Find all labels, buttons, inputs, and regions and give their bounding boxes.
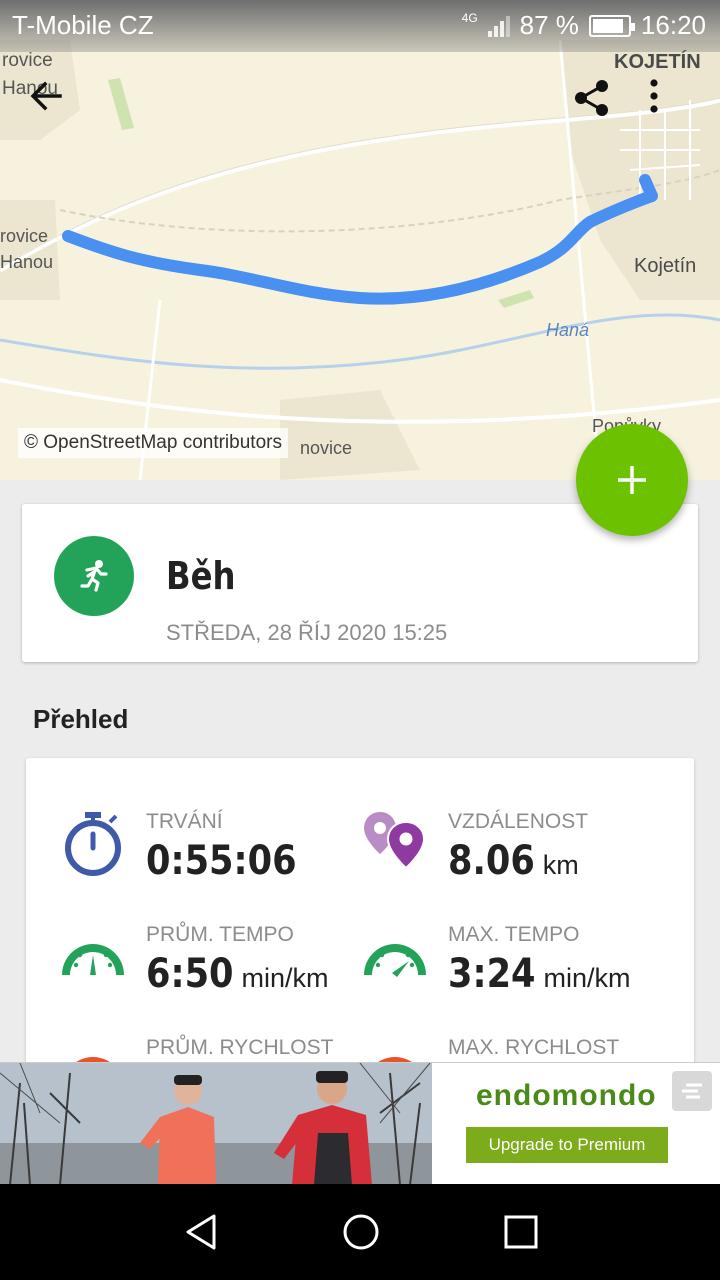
nav-home-icon [343, 1214, 379, 1250]
more-options-button[interactable] [648, 78, 704, 134]
activity-date: STŘEDA, 28 ŘÍJ 2020 15:25 [166, 620, 448, 645]
overview-card: TRVÁNÍ 0:55:06 VZDÁLENOST 8.06 km PRŮM. … [26, 758, 694, 1098]
route-line [62, 174, 658, 305]
stat-max-speed-label: MAX. RYCHLOST [448, 1036, 620, 1059]
activity-card: Běh STŘEDA, 28 ŘÍJ 2020 15:25 [22, 504, 698, 662]
overview-title: Přehled [33, 704, 129, 734]
map-label-kojetin-caps: KOJETÍN [614, 50, 701, 73]
stat-avg-pace-label: PRŮM. TEMPO [146, 923, 294, 946]
status-indicators: 4G 87 % 16:20 [462, 10, 706, 41]
stat-distance-label: VZDÁLENOST [448, 810, 589, 833]
stat-duration-label: TRVÁNÍ [146, 810, 223, 833]
ad-runners-image [0, 1063, 432, 1184]
stat-distance-value: 8.06 km [448, 838, 579, 884]
status-bar: T-Mobile CZ 4G 87 % 16:20 [0, 0, 720, 52]
back-button[interactable] [28, 78, 84, 134]
battery-icon [588, 14, 635, 37]
gauge-icon [364, 944, 426, 977]
arrow-left-icon [30, 81, 62, 111]
network-type: 4G [461, 10, 478, 25]
carrier-name: T-Mobile CZ [12, 10, 154, 40]
map-canvas: KOJETÍN Kojetín rovice Hanou rovice Hano… [0, 39, 720, 480]
stat-avg-pace-value: 6:50 min/km [146, 951, 329, 997]
stat-avg-pace-unit: min/km [241, 963, 329, 993]
stat-distance-number: 8.06 [448, 838, 535, 884]
stat-avg-pace: PRŮM. TEMPO 6:50 min/km [60, 923, 360, 1023]
stat-distance-unit: km [542, 850, 579, 880]
stat-max-pace-unit: min/km [543, 963, 631, 993]
map-label-village-1: rovice [2, 50, 53, 71]
ad-close-icon[interactable] [672, 1071, 712, 1111]
stat-avg-speed-label: PRŮM. RYCHLOST [146, 1036, 334, 1059]
stopwatch-icon [65, 812, 121, 876]
stat-duration: TRVÁNÍ 0:55:06 [60, 810, 360, 910]
share-icon [575, 80, 608, 116]
add-button[interactable] [576, 424, 688, 536]
gauge-icon [62, 944, 124, 975]
stat-duration-value: 0:55:06 [146, 838, 313, 884]
system-nav-bar [0, 1184, 720, 1280]
map-label-village-3: rovice [0, 226, 48, 246]
stat-duration-number: 0:55:06 [146, 838, 297, 884]
battery-percent: 87 % [519, 10, 579, 40]
nav-recents-button[interactable] [493, 1204, 549, 1260]
signal-icon [487, 15, 510, 37]
more-vertical-icon [650, 79, 658, 113]
ad-upgrade-button[interactable]: Upgrade to Premium [466, 1127, 668, 1163]
ad-banner[interactable]: endomondo Upgrade to Premium [0, 1062, 720, 1184]
clock: 16:20 [640, 10, 706, 40]
nav-back-icon [186, 1214, 216, 1250]
stat-avg-pace-number: 6:50 [146, 951, 234, 997]
ad-photo [0, 1063, 432, 1184]
stat-max-pace-number: 3:24 [448, 951, 536, 997]
map-label-river: Haná [546, 320, 589, 340]
stat-max-pace-value: 3:24 min/km [448, 951, 631, 997]
nav-back-button[interactable] [174, 1204, 230, 1260]
screen: KOJETÍN Kojetín rovice Hanou rovice Hano… [0, 0, 720, 1280]
close-icon [682, 1083, 702, 1099]
stat-max-pace: MAX. TEMPO 3:24 min/km [362, 923, 662, 1023]
nav-recents-icon [504, 1215, 538, 1249]
location-pins-icon [364, 812, 426, 870]
share-button[interactable] [572, 78, 628, 134]
stat-distance: VZDÁLENOST 8.06 km [362, 810, 662, 910]
map-label-village-4: Hanou [0, 252, 53, 272]
plus-icon [618, 466, 646, 494]
map-attribution[interactable]: © OpenStreetMap contributors [18, 428, 288, 458]
activity-title: Běh [166, 554, 236, 598]
map-label-village-6: novice [300, 438, 352, 458]
nav-home-button[interactable] [333, 1204, 389, 1260]
ad-brand-logo: endomondo [476, 1079, 657, 1112]
running-icon [80, 560, 108, 592]
stat-max-pace-label: MAX. TEMPO [448, 923, 580, 946]
route-map[interactable]: KOJETÍN Kojetín rovice Hanou rovice Hano… [0, 0, 720, 480]
activity-icon-badge [54, 536, 134, 616]
map-label-kojetin: Kojetín [634, 255, 696, 277]
